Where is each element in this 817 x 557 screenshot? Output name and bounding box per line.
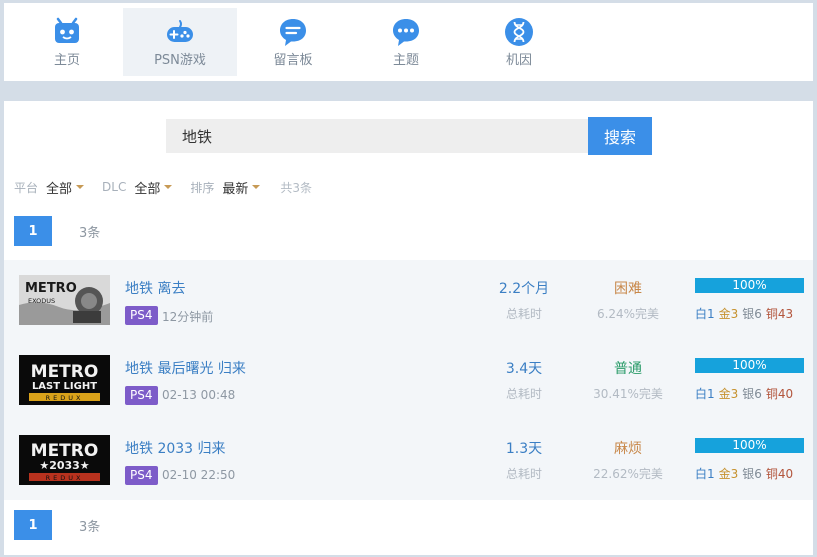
filter-bar: 平台 全部 DLC 全部 排序 最新 共3条	[14, 178, 313, 197]
game-thumbnail[interactable]: METRO EXODUS	[19, 275, 110, 325]
trophy-bronze: 铜43	[765, 307, 794, 321]
total-count: 共3条	[280, 180, 313, 195]
trophy-silver: 银6	[742, 467, 762, 481]
svg-text:REDUX: REDUX	[46, 394, 84, 402]
difficulty: 麻烦	[614, 441, 642, 457]
nav-item-psn-games[interactable]: PSN游戏	[123, 8, 237, 76]
progress-bar: 100%	[695, 438, 804, 453]
dlc-filter-dropdown[interactable]: 全部	[134, 178, 173, 197]
game-time: 12分钟前	[162, 310, 214, 324]
game-row: METRO EXODUS 地铁 离去 PS4 12分钟前 2.2个月 总耗时 困…	[4, 260, 813, 340]
pagination-top: 1 3条	[14, 216, 100, 246]
game-logo: METRO LAST LIGHT REDUX	[19, 355, 110, 405]
nav-item-gene[interactable]: 机因	[462, 8, 576, 76]
platform-badge: PS4	[125, 386, 158, 405]
platform-filter-value: 全部	[46, 181, 73, 197]
sort-filter-label: 排序	[190, 180, 215, 195]
total-duration-label: 总耗时	[505, 307, 542, 321]
caret-down-icon	[252, 185, 261, 189]
total-duration-label: 总耗时	[505, 387, 542, 401]
nav-item-label: 主页	[53, 53, 80, 68]
sort-filter-dropdown[interactable]: 最新	[222, 178, 261, 197]
game-console-icon	[55, 17, 79, 43]
search-input[interactable]	[166, 119, 588, 153]
top-nav: 主页 PSN游戏 留言板 主题 机因	[4, 3, 813, 81]
progress-bar: 100%	[695, 358, 804, 373]
svg-text:METRO: METRO	[31, 441, 99, 461]
game-logo: METRO ★2033★ REDUX	[19, 435, 110, 485]
game-time: 02-13 00:48	[162, 388, 236, 402]
page-button[interactable]: 1	[14, 216, 52, 246]
trophy-bronze: 铜40	[765, 387, 794, 401]
progress-bar: 100%	[695, 278, 804, 293]
svg-text:REDUX: REDUX	[46, 474, 84, 482]
pagination-bottom: 1 3条	[14, 510, 100, 540]
nav-item-home[interactable]: 主页	[10, 8, 124, 76]
trophy-counts: 白1 金3 银6 铜40	[695, 385, 797, 402]
trophy-platinum: 白1	[695, 387, 715, 401]
game-title[interactable]: 地铁 最后曙光 归来	[125, 358, 246, 378]
page-button[interactable]: 1	[14, 510, 52, 540]
nav-item-message-board[interactable]: 留言板	[236, 8, 350, 76]
gamepad-icon	[167, 20, 193, 42]
trophy-gold: 金3	[718, 307, 739, 321]
total-duration: 2.2个月	[498, 281, 550, 297]
total-duration: 3.4天	[505, 361, 543, 377]
trophy-silver: 银6	[742, 307, 762, 321]
nav-item-label: PSN游戏	[154, 53, 206, 68]
nav-item-topics[interactable]: 主题	[349, 8, 463, 76]
trophy-counts: 白1 金3 银6 铜43	[695, 305, 797, 322]
game-logo: METRO EXODUS	[19, 275, 110, 325]
perfect-rate: 6.24%完美	[596, 307, 660, 321]
game-title[interactable]: 地铁 2033 归来	[125, 438, 226, 458]
trophy-gold: 金3	[718, 387, 739, 401]
svg-text:EXODUS: EXODUS	[28, 297, 55, 305]
game-row: METRO ★2033★ REDUX 地铁 2033 归来 PS4 02-10 …	[4, 420, 813, 500]
message-board-icon	[280, 19, 306, 46]
dna-icon	[505, 18, 533, 46]
platform-filter-label: 平台	[14, 180, 39, 195]
perfect-rate: 22.62%完美	[593, 467, 663, 481]
trophy-platinum: 白1	[695, 467, 715, 481]
trophy-silver: 银6	[742, 387, 762, 401]
dlc-filter-value: 全部	[134, 181, 161, 197]
difficulty: 困难	[614, 281, 642, 297]
game-thumbnail[interactable]: METRO LAST LIGHT REDUX	[19, 355, 110, 405]
svg-text:★2033★: ★2033★	[39, 459, 89, 472]
trophy-bronze: 铜40	[765, 467, 794, 481]
platform-filter-dropdown[interactable]: 全部	[46, 178, 85, 197]
page-count: 3条	[79, 225, 101, 241]
trophy-counts: 白1 金3 银6 铜40	[695, 465, 797, 482]
chat-bubble-icon	[393, 19, 419, 46]
total-duration-label: 总耗时	[505, 467, 542, 481]
main-panel: 搜索 平台 全部 DLC 全部 排序 最新 共3条 1 3条	[4, 101, 813, 555]
svg-text:METRO: METRO	[31, 362, 99, 382]
game-list: METRO EXODUS 地铁 离去 PS4 12分钟前 2.2个月 总耗时 困…	[4, 260, 813, 500]
game-thumbnail[interactable]: METRO ★2033★ REDUX	[19, 435, 110, 485]
caret-down-icon	[164, 185, 173, 189]
trophy-gold: 金3	[718, 467, 739, 481]
trophy-platinum: 白1	[695, 307, 715, 321]
perfect-rate: 30.41%完美	[593, 387, 663, 401]
nav-item-label: 主题	[392, 53, 419, 68]
dlc-filter-label: DLC	[102, 180, 127, 194]
difficulty: 普通	[614, 361, 642, 377]
game-title[interactable]: 地铁 离去	[125, 278, 185, 298]
total-duration: 1.3天	[505, 441, 543, 457]
caret-down-icon	[76, 185, 85, 189]
sort-filter-value: 最新	[222, 181, 249, 197]
game-time: 02-10 22:50	[162, 468, 236, 482]
progress-text: 100%	[732, 358, 767, 372]
progress-text: 100%	[732, 438, 767, 452]
platform-badge: PS4	[125, 466, 158, 485]
nav-item-label: 留言板	[273, 53, 313, 68]
page-count: 3条	[79, 519, 101, 535]
progress-text: 100%	[732, 278, 767, 292]
svg-text:METRO: METRO	[25, 281, 77, 296]
game-row: METRO LAST LIGHT REDUX 地铁 最后曙光 归来 PS4 02…	[4, 340, 813, 420]
platform-badge: PS4	[125, 306, 158, 325]
search-button[interactable]: 搜索	[588, 117, 652, 155]
nav-item-label: 机因	[505, 53, 532, 68]
svg-text:LAST LIGHT: LAST LIGHT	[32, 381, 97, 392]
